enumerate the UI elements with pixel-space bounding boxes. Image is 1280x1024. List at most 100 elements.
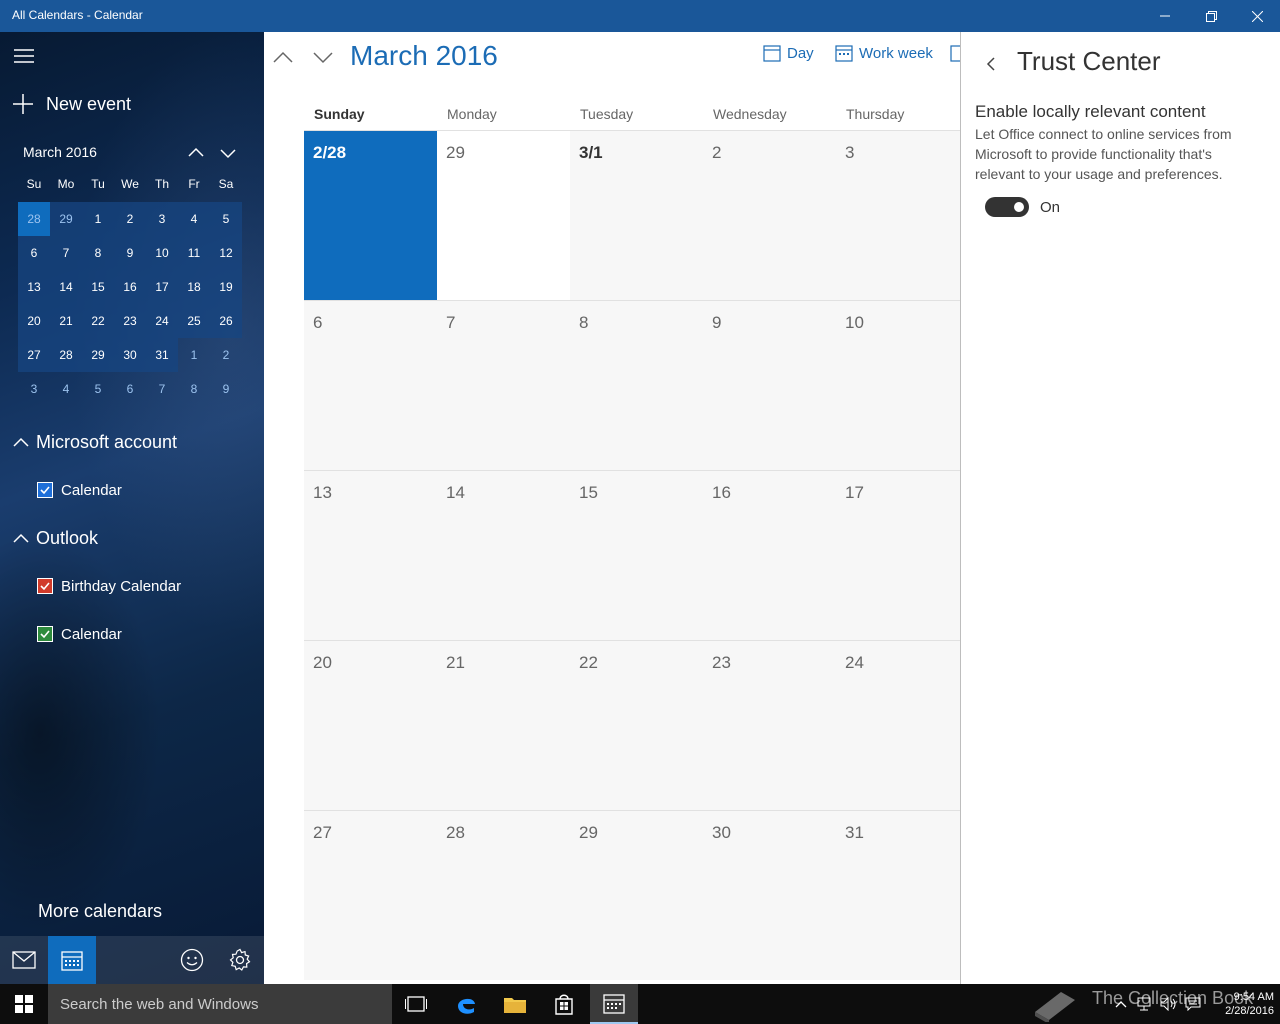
minimize-button[interactable] xyxy=(1142,0,1188,32)
day-cell[interactable]: 8 xyxy=(570,300,703,470)
checkbox[interactable] xyxy=(37,578,53,594)
mini-calendar-day[interactable]: 21 xyxy=(50,304,82,338)
mini-calendar-day[interactable]: 16 xyxy=(114,270,146,304)
start-button[interactable] xyxy=(0,984,48,1024)
day-cell[interactable]: 24 xyxy=(836,640,960,810)
mini-calendar-day[interactable]: 2 xyxy=(210,338,242,372)
volume-button[interactable] xyxy=(1158,984,1180,1024)
mini-calendar-day[interactable]: 5 xyxy=(82,372,114,406)
mini-calendar-day[interactable]: 1 xyxy=(178,338,210,372)
next-month-button[interactable] xyxy=(310,44,336,70)
mini-calendar-day[interactable]: 9 xyxy=(210,372,242,406)
checkbox[interactable] xyxy=(37,482,53,498)
mini-calendar-day[interactable]: 27 xyxy=(18,338,50,372)
action-center-button[interactable] xyxy=(1182,984,1204,1024)
feedback-button[interactable] xyxy=(168,936,216,984)
mini-calendar-day[interactable]: 15 xyxy=(82,270,114,304)
account-outlook[interactable]: Outlook xyxy=(12,526,98,550)
task-view-button[interactable] xyxy=(392,984,440,1024)
locally-relevant-content-toggle[interactable] xyxy=(985,197,1029,217)
work-week-view-button[interactable]: Work week xyxy=(835,42,933,64)
mini-calendar-day[interactable]: 6 xyxy=(18,236,50,270)
calendar-toggle-outlook-calendar[interactable]: Calendar xyxy=(37,624,122,644)
mini-calendar-day[interactable]: 3 xyxy=(18,372,50,406)
mini-calendar-day[interactable]: 1 xyxy=(82,202,114,236)
mini-calendar-day[interactable]: 8 xyxy=(82,236,114,270)
mini-calendar-day[interactable]: 30 xyxy=(114,338,146,372)
edge-browser-button[interactable] xyxy=(442,984,490,1024)
day-cell[interactable]: 20 xyxy=(304,640,437,810)
mini-calendar-day[interactable]: 8 xyxy=(178,372,210,406)
day-cell[interactable]: 21 xyxy=(437,640,570,810)
settings-button[interactable] xyxy=(216,936,264,984)
file-explorer-button[interactable] xyxy=(491,984,539,1024)
day-cell[interactable]: 3/1 xyxy=(570,130,703,300)
mini-calendar-day[interactable]: 3 xyxy=(146,202,178,236)
search-box[interactable]: Search the web and Windows xyxy=(48,984,392,1024)
day-cell[interactable]: 13 xyxy=(304,470,437,640)
day-cell[interactable]: 30 xyxy=(703,810,836,980)
mini-calendar-day[interactable]: 28 xyxy=(18,202,50,236)
mini-calendar-day[interactable]: 5 xyxy=(210,202,242,236)
day-cell[interactable]: 27 xyxy=(304,810,437,980)
day-view-button[interactable]: Day xyxy=(763,42,814,64)
day-cell[interactable]: 22 xyxy=(570,640,703,810)
mini-calendar-day[interactable]: 22 xyxy=(82,304,114,338)
day-cell[interactable]: 17 xyxy=(836,470,960,640)
day-cell[interactable]: 6 xyxy=(304,300,437,470)
mini-calendar-day[interactable]: 11 xyxy=(178,236,210,270)
day-cell[interactable]: 29 xyxy=(437,130,570,300)
close-button[interactable] xyxy=(1234,0,1280,32)
day-cell[interactable]: 16 xyxy=(703,470,836,640)
network-button[interactable] xyxy=(1134,984,1156,1024)
clock[interactable]: 9:54 AM 2/28/2016 xyxy=(1206,984,1274,1024)
mini-calendar-day[interactable]: 20 xyxy=(18,304,50,338)
mini-calendar-day[interactable]: 28 xyxy=(50,338,82,372)
mini-calendar-day[interactable]: 13 xyxy=(18,270,50,304)
day-cell[interactable]: 14 xyxy=(437,470,570,640)
mini-calendar-day[interactable]: 25 xyxy=(178,304,210,338)
mini-calendar-day[interactable]: 29 xyxy=(82,338,114,372)
day-cell[interactable]: 15 xyxy=(570,470,703,640)
new-event-button[interactable]: New event xyxy=(12,92,131,116)
day-cell[interactable]: 7 xyxy=(437,300,570,470)
previous-month-button[interactable] xyxy=(270,44,296,70)
calendar-toggle-birthday-calendar[interactable]: Birthday Calendar xyxy=(37,576,181,596)
day-cell[interactable]: 23 xyxy=(703,640,836,810)
calendar-toggle-microsoft-calendar[interactable]: Calendar xyxy=(37,480,122,500)
checkbox[interactable] xyxy=(37,626,53,642)
day-cell[interactable]: 10 xyxy=(836,300,960,470)
mini-calendar-day[interactable]: 4 xyxy=(178,202,210,236)
mini-calendar-day[interactable]: 10 xyxy=(146,236,178,270)
show-hidden-icons-button[interactable] xyxy=(1110,984,1132,1024)
mini-calendar-day[interactable]: 7 xyxy=(146,372,178,406)
mini-calendar-day[interactable]: 18 xyxy=(178,270,210,304)
mini-calendar-day[interactable]: 4 xyxy=(50,372,82,406)
mini-calendar-day[interactable]: 7 xyxy=(50,236,82,270)
calendar-app-button[interactable] xyxy=(48,936,96,984)
restore-button[interactable] xyxy=(1188,0,1234,32)
day-cell[interactable]: 29 xyxy=(570,810,703,980)
mail-button[interactable] xyxy=(0,936,48,984)
day-cell[interactable]: 9 xyxy=(703,300,836,470)
mini-calendar-day[interactable]: 31 xyxy=(146,338,178,372)
mini-calendar-day[interactable]: 24 xyxy=(146,304,178,338)
mini-calendar-day[interactable]: 29 xyxy=(50,202,82,236)
mini-calendar-day[interactable]: 12 xyxy=(210,236,242,270)
mini-calendar-day[interactable]: 9 xyxy=(114,236,146,270)
day-cell[interactable]: 3 xyxy=(836,130,960,300)
account-microsoft[interactable]: Microsoft account xyxy=(12,430,177,454)
mini-calendar-day[interactable]: 17 xyxy=(146,270,178,304)
mini-calendar-day[interactable]: 14 xyxy=(50,270,82,304)
mini-calendar-day[interactable]: 6 xyxy=(114,372,146,406)
mini-calendar-day[interactable]: 26 xyxy=(210,304,242,338)
back-button[interactable] xyxy=(979,52,1003,76)
calendar-taskbar-button[interactable] xyxy=(590,984,638,1024)
day-cell[interactable]: 2/28 xyxy=(304,130,437,300)
hamburger-menu-button[interactable] xyxy=(12,44,36,68)
store-button[interactable] xyxy=(540,984,588,1024)
mini-calendar-day[interactable]: 23 xyxy=(114,304,146,338)
day-cell[interactable]: 2 xyxy=(703,130,836,300)
more-calendars-link[interactable]: More calendars xyxy=(38,901,162,922)
mini-calendar-day[interactable]: 2 xyxy=(114,202,146,236)
